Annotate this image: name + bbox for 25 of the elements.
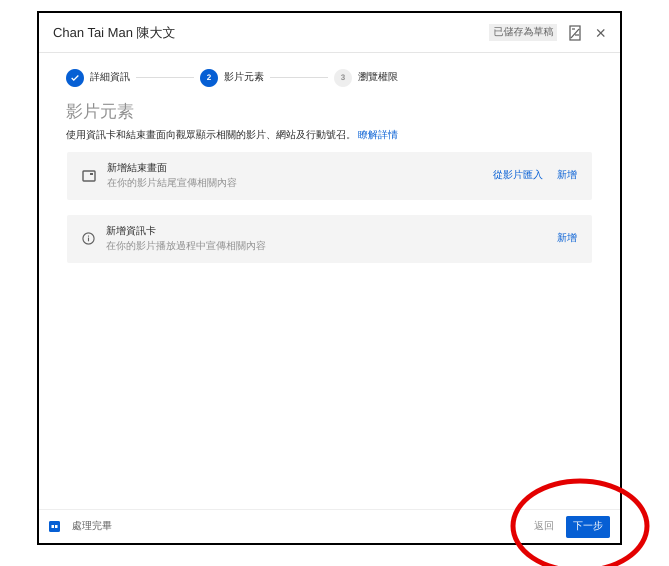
card-title: 新增結束畫面	[107, 162, 168, 176]
step-label: 詳細資訊	[90, 70, 130, 85]
end-screen-icon	[82, 170, 96, 182]
step-label: 瀏覽權限	[358, 70, 398, 85]
dialog-title: Chan Tai Man 陳大文	[53, 24, 176, 42]
card-subtitle: 在你的影片播放過程中宣傳相關內容	[106, 240, 266, 254]
section-description: 使用資訊卡和結束畫面向觀眾顯示相關的影片、網站及行動號召。 瞭解詳情	[66, 128, 399, 142]
step-number: 2	[200, 68, 218, 86]
card-action-link[interactable]: 新增	[557, 231, 577, 246]
step-label: 影片元素	[224, 70, 264, 85]
step-number: 3	[334, 68, 352, 86]
saved-draft-badge: 已儲存為草稿	[489, 24, 558, 41]
card-action-link[interactable]: 新增	[557, 168, 577, 183]
info-icon	[82, 232, 95, 245]
next-button[interactable]: 下一步	[566, 516, 610, 538]
learn-more-link[interactable]: 瞭解詳情	[358, 130, 398, 140]
status-icon	[49, 521, 60, 532]
card-title: 新增資訊卡	[106, 224, 157, 238]
feedback-icon[interactable]	[569, 24, 582, 40]
section-heading: 影片元素	[66, 101, 135, 123]
close-button[interactable]: ×	[595, 24, 606, 42]
card-subtitle: 在你的影片結尾宣傳相關內容	[107, 176, 237, 190]
status-text: 處理完畢	[72, 520, 112, 534]
card-action-link[interactable]: 從影片匯入	[493, 168, 543, 183]
back-button[interactable]: 返回	[528, 515, 560, 538]
